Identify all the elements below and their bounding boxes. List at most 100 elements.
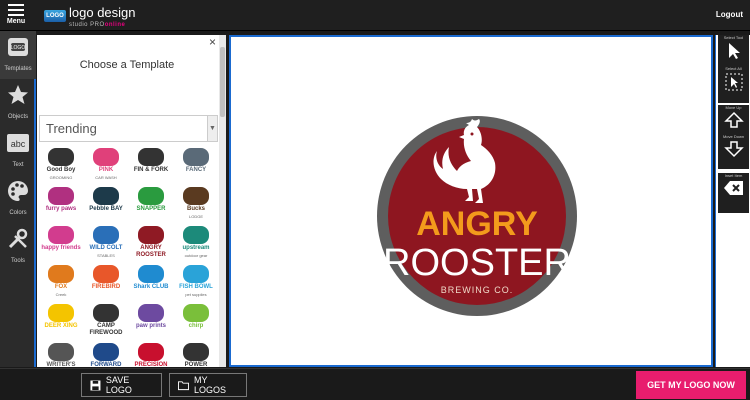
folder-icon <box>178 380 190 390</box>
tool-text[interactable]: abc Text <box>0 127 36 175</box>
logo-text-angry: ANGRY <box>416 205 538 243</box>
selection-tools: Select Tool Select All <box>718 35 749 103</box>
right-tool-rail: Select Tool Select All Move Up Move Down… <box>715 35 750 367</box>
template-tile[interactable]: PINK CAR WASH <box>86 147 126 183</box>
brand-badge: LOGO <box>44 10 66 22</box>
tool-colors[interactable]: Colors <box>0 175 36 223</box>
template-thumbnail <box>48 187 74 205</box>
category-select[interactable]: Trending ▼ <box>39 115 218 142</box>
save-icon <box>90 380 101 390</box>
template-tile[interactable]: FIREBIRD <box>86 264 126 300</box>
template-thumbnail <box>48 343 74 361</box>
template-thumbnail <box>138 148 164 166</box>
template-thumbnail <box>48 226 74 244</box>
template-tile[interactable]: Good Boy GROOMING <box>41 147 81 183</box>
template-tile[interactable]: happy friends <box>41 225 81 261</box>
template-thumbnail <box>93 265 119 283</box>
brand-subtitle: studio PROonline <box>69 22 126 28</box>
template-thumbnail <box>183 187 209 205</box>
template-tile[interactable]: Pebble BAY <box>86 186 126 222</box>
template-tile[interactable]: FIN & FORK <box>131 147 171 183</box>
template-tile[interactable]: DEER XING <box>41 303 81 339</box>
select-all-icon[interactable] <box>724 72 744 92</box>
template-thumbnail <box>93 226 119 244</box>
logout-link[interactable]: Logout <box>716 10 743 19</box>
template-tile[interactable]: paw prints <box>131 303 171 339</box>
template-thumbnail <box>183 304 209 322</box>
hamburger-icon <box>8 4 24 16</box>
tool-label: Objects <box>7 114 29 120</box>
delete-icon[interactable] <box>723 179 745 197</box>
save-logo-label: SAVE LOGO <box>105 375 132 395</box>
template-subtitle: CAR WASH <box>95 175 117 180</box>
template-thumbnail <box>138 304 164 322</box>
arrow-up-icon[interactable] <box>723 111 744 129</box>
templates-icon: LOGO <box>8 38 28 56</box>
scrollbar-thumb[interactable] <box>220 47 225 117</box>
template-thumbnail <box>183 343 209 361</box>
close-icon[interactable]: × <box>209 35 216 49</box>
palette-icon <box>8 181 28 201</box>
design-canvas[interactable]: ANGRY ROOSTER BREWING CO. <box>229 35 713 367</box>
bottom-bar: SAVE LOGO MY LOGOS GET MY LOGO NOW <box>0 368 750 400</box>
template-tile[interactable]: WILD COLT STABLES <box>86 225 126 261</box>
template-name: FIN & FORK <box>133 167 169 173</box>
panel-title: Choose a Template <box>79 59 175 71</box>
get-my-logo-button[interactable]: GET MY LOGO NOW <box>636 371 746 399</box>
template-name: happy friends <box>41 245 81 251</box>
pointer-icon[interactable] <box>724 41 744 61</box>
template-tile[interactable]: FOX Creek <box>41 264 81 300</box>
panel-scrollbar[interactable] <box>219 35 226 367</box>
template-tile[interactable]: Bucks LODGE <box>176 186 216 222</box>
template-thumbnail <box>183 148 209 166</box>
brand-name: logo design <box>69 5 136 20</box>
template-name: FISH BOWL <box>179 284 213 290</box>
delete-tool[interactable]: Inset Item <box>718 173 749 213</box>
tool-tools[interactable]: Tools <box>0 223 36 271</box>
template-tile[interactable]: CAMP FIREWOOD <box>86 303 126 339</box>
template-subtitle: outdoor gear <box>184 253 208 258</box>
template-subtitle: pet supplies <box>185 292 207 297</box>
logo-artwork[interactable]: ANGRY ROOSTER BREWING CO. <box>231 37 711 365</box>
template-name: chirp <box>188 323 204 329</box>
template-name: SNAPPER <box>136 206 166 212</box>
tool-objects[interactable]: Objects <box>0 79 36 127</box>
arrow-down-icon[interactable] <box>723 140 744 158</box>
text-icon: abc <box>7 134 29 152</box>
chevron-down-icon: ▼ <box>207 116 217 141</box>
template-thumbnail <box>48 304 74 322</box>
template-tile[interactable]: furry paws <box>41 186 81 222</box>
save-logo-button[interactable]: SAVE LOGO <box>81 373 162 397</box>
tool-label: Templates <box>4 66 32 72</box>
tool-rail: LOGO Templates Objects abc Text Colors T… <box>0 31 36 367</box>
template-thumbnail <box>93 148 119 166</box>
template-tile[interactable]: upstream outdoor gear <box>176 225 216 261</box>
template-tile[interactable]: FISH BOWL pet supplies <box>176 264 216 300</box>
template-tile[interactable]: FANCY <box>176 147 216 183</box>
template-name: CAMP FIREWOOD <box>89 323 123 336</box>
top-bar: Menu LOGO logo design studio PROonline L… <box>0 0 750 31</box>
template-tile[interactable]: chirp <box>176 303 216 339</box>
template-thumbnail <box>48 265 74 283</box>
template-thumbnail <box>138 187 164 205</box>
template-name: FOX <box>54 284 68 290</box>
category-value: Trending <box>46 121 97 136</box>
template-tile[interactable]: Shark CLUB <box>131 264 171 300</box>
layer-tools: Move Up Move Down <box>718 105 749 169</box>
template-thumbnail <box>183 265 209 283</box>
brand-logo: LOGO logo design studio PROonline <box>44 4 136 28</box>
my-logos-button[interactable]: MY LOGOS <box>169 373 247 397</box>
template-tile[interactable]: SNAPPER <box>131 186 171 222</box>
template-thumbnail <box>183 226 209 244</box>
template-name: DEER XING <box>44 323 78 329</box>
template-panel: × Choose a Template Trending ▼ Good Boy G… <box>37 35 226 368</box>
template-name: ANGRY ROOSTER <box>136 245 166 258</box>
menu-button[interactable]: Menu <box>4 2 28 30</box>
template-name: Shark CLUB <box>133 284 169 290</box>
template-tile[interactable]: ANGRY ROOSTER <box>131 225 171 261</box>
tool-templates[interactable]: LOGO Templates <box>0 31 36 79</box>
star-icon <box>8 85 28 104</box>
template-name: upstream <box>182 245 210 251</box>
template-name: paw prints <box>135 323 166 329</box>
tool-label: Tools <box>10 258 25 264</box>
